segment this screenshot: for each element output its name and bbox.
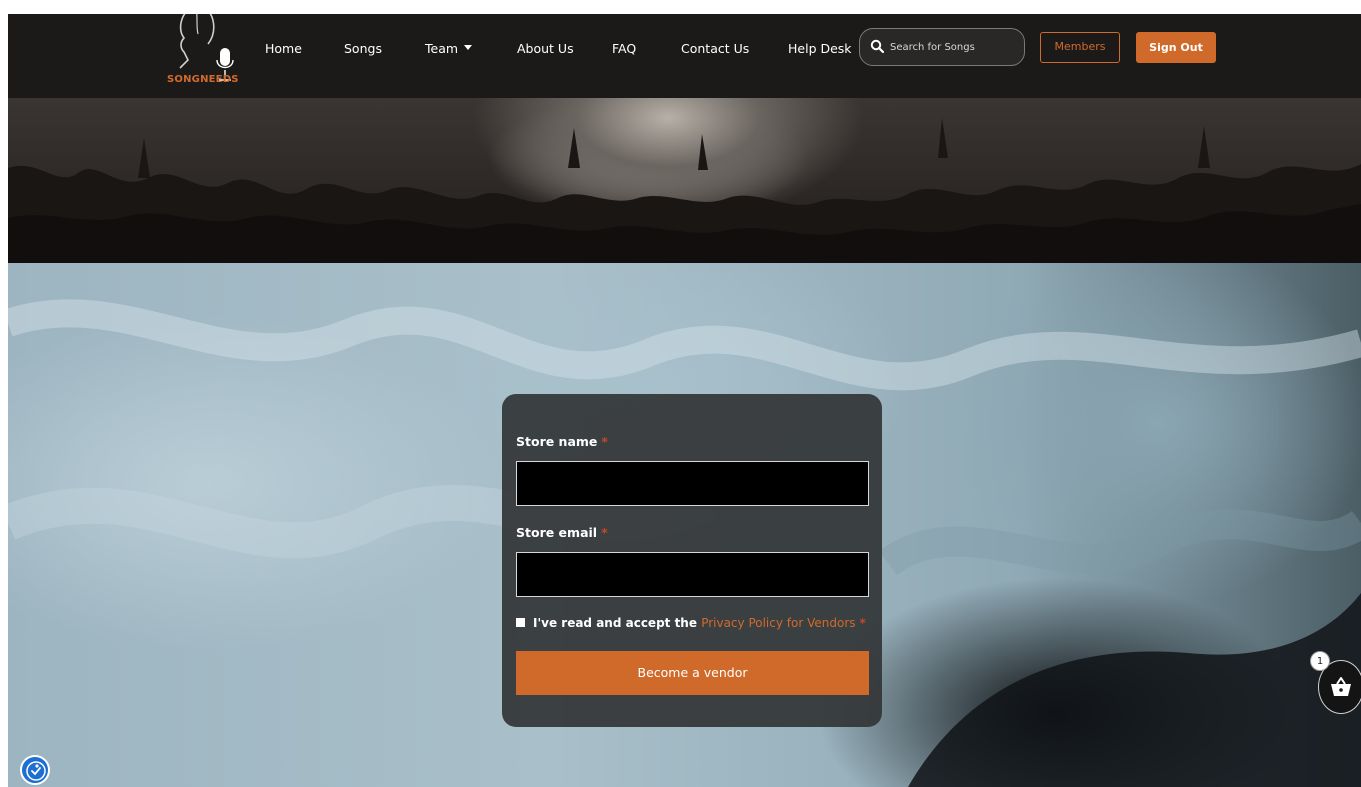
nav-help-desk[interactable]: Help Desk [788,41,852,56]
song-search[interactable] [859,28,1025,66]
store-email-input[interactable] [516,552,869,597]
privacy-consent: I've read and accept the Privacy Policy … [516,616,866,630]
nav-team-label: Team [425,41,459,56]
crowd-silhouette [8,118,1361,263]
nav-about-us[interactable]: About Us [517,41,574,56]
members-button[interactable]: Members [1040,32,1120,63]
nav-contact-us[interactable]: Contact Us [681,41,749,56]
privacy-policy-link[interactable]: Privacy Policy for Vendors [701,616,855,630]
required-mark: * [859,616,866,630]
privacy-consent-checkbox[interactable] [516,618,525,627]
become-vendor-button[interactable]: Become a vendor [516,651,869,695]
search-icon [870,39,884,53]
sign-out-button[interactable]: Sign Out [1136,32,1216,63]
search-input[interactable] [890,37,1018,57]
consent-text: I've read and accept the [533,616,697,630]
required-mark: * [601,434,608,449]
store-name-input[interactable] [516,461,869,506]
store-name-label: Store name * [516,434,608,449]
basket-icon [1331,677,1351,696]
vendor-form-card: Store name * Store email * I've read and a… [502,394,882,727]
nav-home[interactable]: Home [265,41,302,56]
store-email-label: Store email * [516,525,608,540]
brand-name: SONGNEEDS [167,74,239,85]
chevron-down-icon [464,45,473,50]
accessibility-icon [26,761,46,781]
page: SONGNEEDS Home Songs Team About Us FAQ C… [8,14,1361,787]
accessibility-button[interactable] [20,755,50,785]
nav-team[interactable]: Team [425,41,473,56]
hero-banner-image [8,98,1361,263]
top-navbar: SONGNEEDS Home Songs Team About Us FAQ C… [8,14,1361,98]
store-name-label-text: Store name [516,434,598,449]
required-mark: * [601,525,608,540]
store-email-label-text: Store email [516,525,598,540]
cart-count-badge: 1 [1310,651,1330,671]
nav-songs[interactable]: Songs [344,41,382,56]
nav-faq[interactable]: FAQ [612,41,636,56]
